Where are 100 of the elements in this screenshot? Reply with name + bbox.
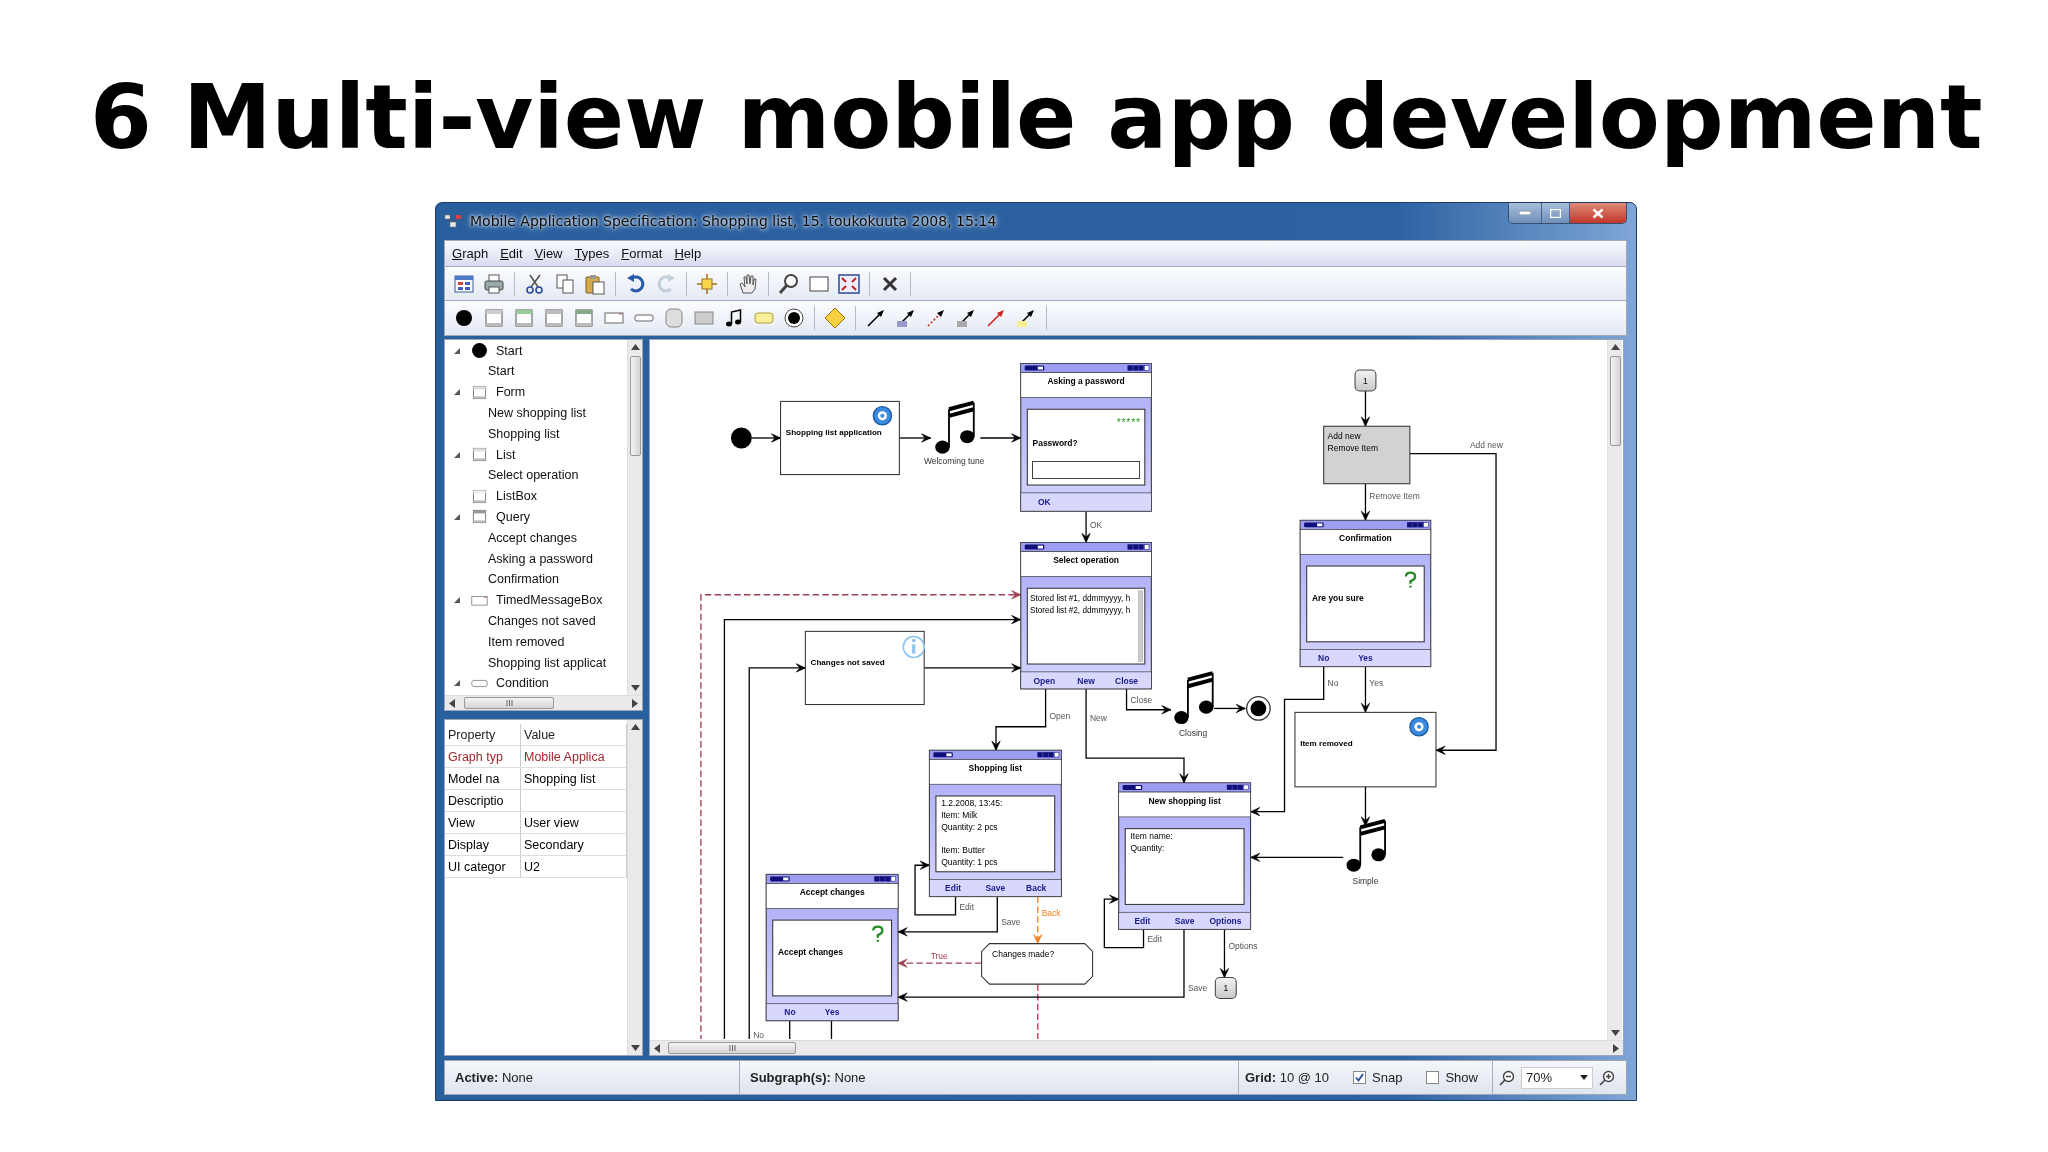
disc-icon — [872, 406, 893, 426]
tree-item[interactable]: Start — [488, 364, 515, 379]
scrollbar-thumb[interactable] — [464, 697, 554, 710]
tree-item[interactable]: Form — [496, 385, 526, 400]
expand-arrow-icon[interactable] — [453, 388, 461, 397]
edge-label: No — [753, 1029, 764, 1040]
connector-arrow — [898, 433, 932, 443]
scroll-right-icon[interactable] — [632, 698, 638, 708]
scroll-left-icon[interactable] — [654, 1043, 660, 1053]
expand-arrow-icon[interactable] — [453, 679, 461, 688]
table-cell: View — [448, 815, 475, 830]
connector-arrow — [751, 433, 782, 443]
tree-item[interactable]: Shopping list applicat — [488, 655, 607, 670]
scrollbar-thumb[interactable] — [1609, 356, 1621, 447]
screen-button-label: New — [1077, 675, 1095, 686]
start-node — [730, 427, 752, 449]
screen-button-label: Open — [1033, 675, 1056, 686]
connector-line — [1037, 983, 1039, 1040]
status-text: Active: None — [455, 1070, 534, 1086]
checkbox[interactable] — [1426, 1071, 1440, 1085]
node-title: Shopping list — [968, 763, 1023, 774]
zoom-out-icon[interactable] — [1498, 1069, 1515, 1086]
node-text: Item: Butter — [941, 845, 985, 856]
expand-arrow-icon[interactable] — [453, 450, 461, 459]
expand-arrow-icon[interactable] — [453, 346, 461, 355]
tree-item[interactable]: Item removed — [488, 634, 565, 649]
edge-label: Open — [1049, 711, 1071, 722]
tree-item[interactable]: Changes not saved — [488, 613, 596, 628]
window-icon — [471, 508, 488, 526]
tree-item[interactable]: List — [496, 447, 516, 462]
connector-arrow — [1360, 786, 1370, 827]
menu-item[interactable]: View — [529, 245, 568, 261]
screen-button-label: No — [1318, 653, 1330, 664]
tree-item[interactable]: New shopping list — [488, 406, 586, 420]
zoom-field[interactable]: 70% — [1520, 1066, 1593, 1089]
tree-item[interactable]: ListBox — [496, 489, 537, 504]
slide-title: 6 Multi-view mobile app development — [90, 64, 1983, 171]
table-cell: Shopping list — [524, 771, 596, 786]
table-cell: UI categor — [448, 859, 506, 874]
tree-item[interactable]: Condition — [496, 676, 549, 691]
vertical-scrollbar[interactable] — [627, 720, 642, 1056]
node-label: Welcoming tune — [923, 456, 985, 467]
node-text: Accept changes — [777, 947, 843, 958]
tree-item[interactable]: Start — [496, 343, 523, 358]
tree-item[interactable]: Accept changes — [488, 530, 577, 545]
scroll-up-icon[interactable] — [630, 724, 640, 731]
tree-item[interactable]: Shopping list — [488, 426, 560, 441]
menu-item[interactable]: Graph — [447, 245, 494, 261]
menu-item[interactable]: Format — [616, 245, 668, 261]
checkbox[interactable] — [1353, 1071, 1366, 1085]
table-cell: U2 — [524, 859, 540, 874]
scroll-down-icon[interactable] — [630, 1045, 640, 1052]
table-cell: Descriptio — [448, 793, 504, 808]
connector-arrow — [1360, 390, 1370, 428]
close-button[interactable] — [1570, 203, 1626, 223]
minimize-icon — [1519, 211, 1531, 215]
horizontal-scrollbar[interactable] — [650, 1040, 1623, 1056]
horizontal-scrollbar[interactable] — [445, 695, 642, 711]
status-text: Subgraph(s): None — [750, 1070, 866, 1086]
zoom-in-icon[interactable] — [1598, 1069, 1615, 1086]
menu-item[interactable]: Types — [569, 245, 615, 261]
tree-item[interactable]: Confirmation — [488, 572, 559, 587]
app-icon — [444, 214, 462, 229]
music-note-icon — [1174, 671, 1215, 725]
tree-item[interactable]: Select operation — [488, 468, 579, 483]
menu-item[interactable]: Edit — [495, 245, 528, 261]
vertical-scrollbar[interactable] — [1607, 340, 1622, 1041]
tree-item[interactable]: Query — [496, 509, 531, 524]
edge-label: No — [1327, 678, 1339, 689]
node-text: Quantity: 1 pcs — [941, 857, 998, 868]
connector-arrow — [1213, 704, 1246, 714]
edge-label: Add new — [1469, 440, 1503, 451]
scroll-left-icon[interactable] — [449, 698, 455, 708]
tree-item[interactable]: TimedMessageBox — [496, 593, 603, 608]
maximize-button[interactable] — [1542, 203, 1570, 223]
expand-arrow-icon[interactable] — [453, 512, 461, 521]
screen-button-label: Yes — [824, 1007, 840, 1018]
scroll-up-icon[interactable] — [630, 344, 640, 351]
scrollbar-thumb[interactable] — [629, 356, 641, 457]
node-text: Item: Milk — [941, 810, 978, 821]
list-entry: Stored list #2, ddmmyyyy, h — [1029, 606, 1131, 616]
connector-arrow — [1360, 666, 1370, 714]
node-title: Asking a password — [1047, 376, 1125, 387]
scroll-down-icon[interactable] — [630, 685, 640, 692]
caret-icon[interactable] — [1579, 1075, 1588, 1081]
node-text: 1 — [1363, 375, 1368, 386]
music-note-icon — [935, 400, 976, 454]
menu-item[interactable]: Help — [669, 245, 707, 261]
scroll-down-icon[interactable] — [1610, 1030, 1620, 1037]
close-icon — [1592, 207, 1604, 219]
node-text: Password? — [1032, 438, 1078, 449]
vertical-scrollbar[interactable] — [627, 340, 642, 696]
expand-arrow-icon[interactable] — [453, 596, 461, 605]
scroll-up-icon[interactable] — [1610, 344, 1620, 351]
edge-label: New — [1090, 713, 1107, 724]
scrollbar-thumb[interactable] — [668, 1042, 796, 1055]
tree-item[interactable]: Asking a password — [488, 551, 593, 566]
scroll-right-icon[interactable] — [1613, 1043, 1619, 1053]
minimize-button[interactable] — [1509, 203, 1542, 223]
node-text: Changes made? — [992, 948, 1055, 959]
